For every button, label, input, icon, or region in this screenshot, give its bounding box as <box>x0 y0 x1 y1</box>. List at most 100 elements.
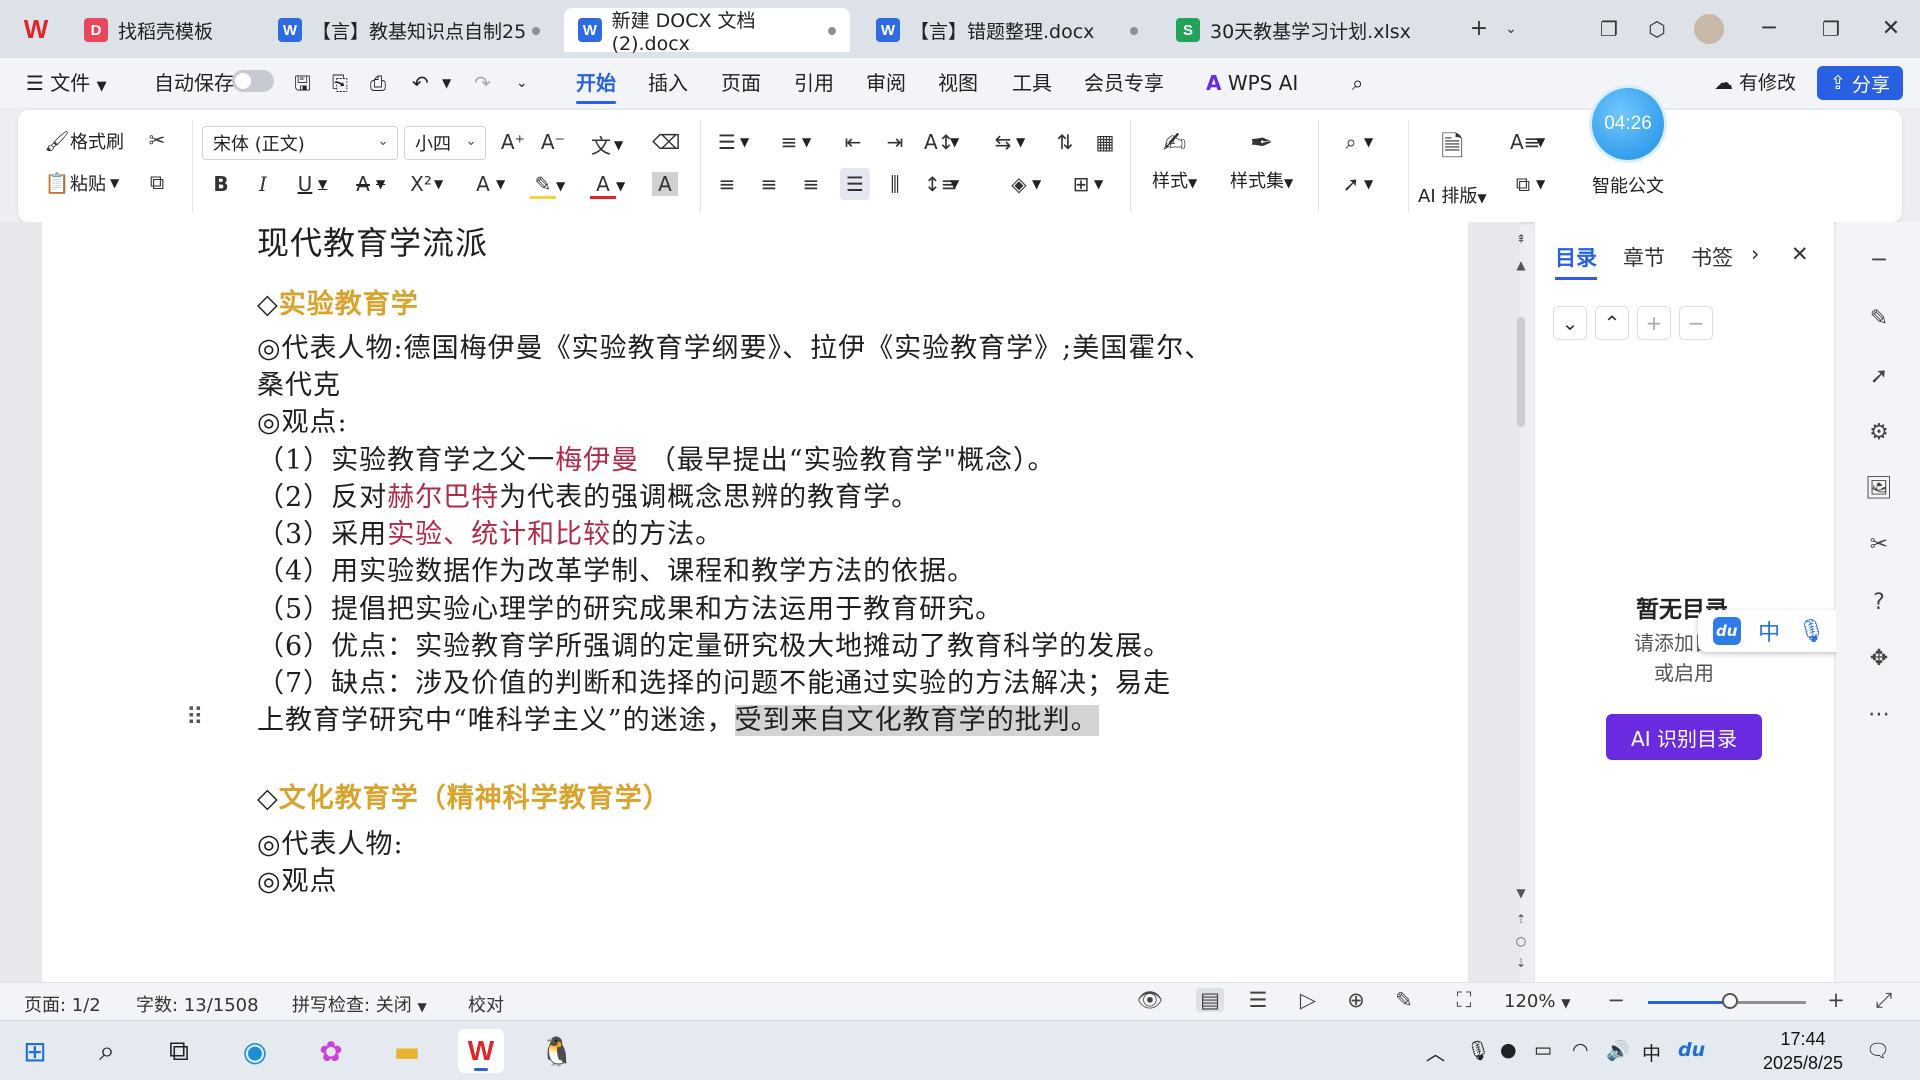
menu-tools[interactable]: 工具 <box>1012 68 1052 98</box>
remove-level-icon[interactable]: − <box>1679 306 1713 340</box>
menu-references[interactable]: 引用 <box>794 68 834 98</box>
file-explorer-icon[interactable]: ▬ <box>384 1029 430 1073</box>
tab-new-docx[interactable]: W 新建 DOCX 文档 (2).docx <box>564 8 850 55</box>
close-window-icon[interactable]: ✕ <box>1874 14 1908 44</box>
pen-edit-icon[interactable]: ✎ <box>1862 306 1896 331</box>
tab-chapters[interactable]: 章节 <box>1623 242 1665 272</box>
font-size-select[interactable]: 小四 ⌄ <box>404 126 486 160</box>
print-preview-icon[interactable]: ⎙ <box>370 68 386 98</box>
autosave-toggle[interactable] <box>232 70 274 92</box>
numbered-list-icon[interactable]: ≡ ▼ <box>776 130 812 154</box>
page-view-icon[interactable]: ▤ <box>1196 988 1224 1012</box>
line-spacing-icon[interactable]: ↕≡ ▼ <box>924 172 959 196</box>
file-menu[interactable]: ☰ 文件 ▼ <box>26 68 107 98</box>
taskbar-clock[interactable]: 17:44 2025/8/25 <box>1758 1027 1848 1075</box>
smart-doc-button[interactable]: 智能公文 <box>1592 172 1664 198</box>
eye-protection-icon[interactable]: 👁 <box>1136 988 1164 1013</box>
avatar[interactable] <box>1692 14 1726 44</box>
copy-icon[interactable]: ⧉ <box>144 170 170 194</box>
minimize-icon[interactable]: ─ <box>1752 14 1786 44</box>
font-name-select[interactable]: 宋体 (正文) ⌄ <box>202 126 398 160</box>
mic-tray-icon[interactable]: 🎙 <box>1466 1039 1490 1062</box>
share-button[interactable]: ⇪ 分享 <box>1817 66 1903 100</box>
export-pdf-icon[interactable]: ⎘ <box>332 68 348 98</box>
new-tab-plus-icon[interactable]: + <box>1462 14 1496 44</box>
tools-icon[interactable]: ✂ <box>1862 532 1896 557</box>
play-icon[interactable]: ▷ <box>1294 988 1322 1012</box>
menu-review[interactable]: 审阅 <box>866 68 906 98</box>
char-shading-icon[interactable]: A <box>652 172 678 196</box>
shrink-font-icon[interactable]: A⁻ <box>540 130 566 154</box>
zoom-in-icon[interactable]: + <box>1822 988 1850 1012</box>
line-break-icon[interactable]: ⇆ ▼ <box>990 130 1026 154</box>
scroll-down-icon[interactable]: ▼ <box>1513 886 1529 900</box>
tab-list-chevron-icon[interactable]: ⌄ <box>1494 14 1528 44</box>
timer-badge[interactable]: 04:26 <box>1592 88 1664 160</box>
more-chevron-icon[interactable]: ⌄ <box>516 68 528 98</box>
zoom-level[interactable]: 120% ▼ <box>1504 991 1570 1012</box>
menu-wps-ai[interactable]: A WPS AI <box>1206 68 1298 98</box>
puzzle-icon[interactable]: ✥ <box>1862 646 1896 671</box>
grow-font-icon[interactable]: A⁺ <box>500 130 526 154</box>
menu-home[interactable]: 开始 <box>576 68 616 104</box>
app-tray-icon[interactable]: ● <box>1500 1039 1517 1061</box>
paragraph-format-icon[interactable]: A≡ ▼ <box>1510 130 1545 154</box>
vertical-scrollbar[interactable]: ⇞ ▲ ▼ ⇡ ○ ⇣ <box>1510 222 1532 982</box>
baidu-tray-icon[interactable]: du <box>1678 1039 1705 1061</box>
cut-icon[interactable]: ✂ <box>144 128 170 152</box>
more-icon[interactable]: ⋯ <box>1862 702 1896 727</box>
select-icon[interactable]: ➚ ▼ <box>1338 172 1374 196</box>
superscript-icon[interactable]: X² ▼ <box>408 172 443 196</box>
style-set-button[interactable]: ✒ 样式集▼ <box>1230 126 1293 193</box>
tab-bookmarks[interactable]: 书签 <box>1691 242 1733 272</box>
styles-button[interactable]: ✍ 样式▼ <box>1152 126 1197 193</box>
collapse-down-icon[interactable]: ⌄ <box>1553 306 1587 340</box>
tab-doc-knowledge[interactable]: W 【言】教基知识点自制25 <box>264 8 554 52</box>
input-method-indicator[interactable]: 中 <box>1642 1039 1661 1066</box>
proofread-button[interactable]: 校对 <box>468 991 504 1017</box>
image-tool-icon[interactable]: 🖼 <box>1862 476 1896 501</box>
highlight-icon[interactable]: ✎ ▼ <box>530 172 565 199</box>
color-app-icon[interactable]: ✿ <box>308 1029 354 1073</box>
spell-check-status[interactable]: 拼写检查: 关闭 ▼ <box>292 991 427 1017</box>
volume-icon[interactable]: 🔊 <box>1606 1039 1630 1062</box>
ime-mode-toggle[interactable]: 中 <box>1758 615 1780 647</box>
browse-object-icon[interactable]: ○ <box>1513 934 1529 948</box>
notification-icon[interactable]: 🗨 <box>1866 1039 1890 1062</box>
menu-insert[interactable]: 插入 <box>648 68 688 98</box>
wps-logo-icon[interactable]: W <box>18 12 54 46</box>
tab-docer[interactable]: D 找稻壳模板 <box>70 8 256 52</box>
scroll-top-icon[interactable]: ⇞ <box>1513 232 1529 246</box>
format-painter-button[interactable]: 🖌 格式刷 <box>44 128 124 154</box>
increase-indent-icon[interactable]: ⇥ <box>882 130 908 154</box>
settings-sliders-icon[interactable]: ⚙ <box>1862 420 1896 445</box>
scroll-up-icon[interactable]: ▲ <box>1513 258 1529 272</box>
tab-toc[interactable]: 目录 <box>1555 242 1597 280</box>
windows-start-icon[interactable]: ⊞ <box>12 1029 58 1073</box>
menu-page[interactable]: 页面 <box>721 68 761 98</box>
align-right-icon[interactable]: ≡ <box>798 172 824 196</box>
zoom-out-icon[interactable]: − <box>1602 988 1630 1012</box>
baidu-ime-icon[interactable]: du <box>1712 617 1741 645</box>
italic-icon[interactable]: I <box>250 172 276 196</box>
web-view-icon[interactable]: ⊕ <box>1342 988 1370 1012</box>
help-icon[interactable]: ? <box>1862 590 1896 615</box>
search-icon[interactable]: ⌕ <box>84 1029 130 1073</box>
scrollbar-thumb[interactable] <box>1517 317 1525 427</box>
text-effect-icon[interactable]: A ▼ <box>470 172 505 196</box>
fullscreen-icon[interactable]: ⤢ <box>1870 988 1898 1013</box>
paste-button[interactable]: 📋 粘贴 ▼ <box>44 170 120 196</box>
write-mode-icon[interactable]: ✎ <box>1390 988 1418 1012</box>
strikethrough-icon[interactable]: A ▼ <box>350 172 385 196</box>
restore-icon[interactable]: ❐ <box>1814 14 1848 44</box>
bold-icon[interactable]: B <box>208 172 234 196</box>
align-center-icon[interactable]: ≡ <box>756 172 782 196</box>
distributed-align-icon[interactable]: ⫼ <box>882 172 908 196</box>
battery-icon[interactable]: ▭ <box>1534 1039 1552 1061</box>
close-pane-icon[interactable]: ✕ <box>1791 242 1809 266</box>
bullet-list-icon[interactable]: ☰ ▼ <box>714 130 749 154</box>
qq-app-icon[interactable]: 🐧 <box>534 1029 580 1073</box>
tab-wrong-questions[interactable]: W 【言】错题整理.docx <box>862 8 1152 52</box>
shapes-icon[interactable]: ⧉ ▼ <box>1510 172 1545 196</box>
search-icon[interactable]: ⌕ <box>1352 68 1363 98</box>
